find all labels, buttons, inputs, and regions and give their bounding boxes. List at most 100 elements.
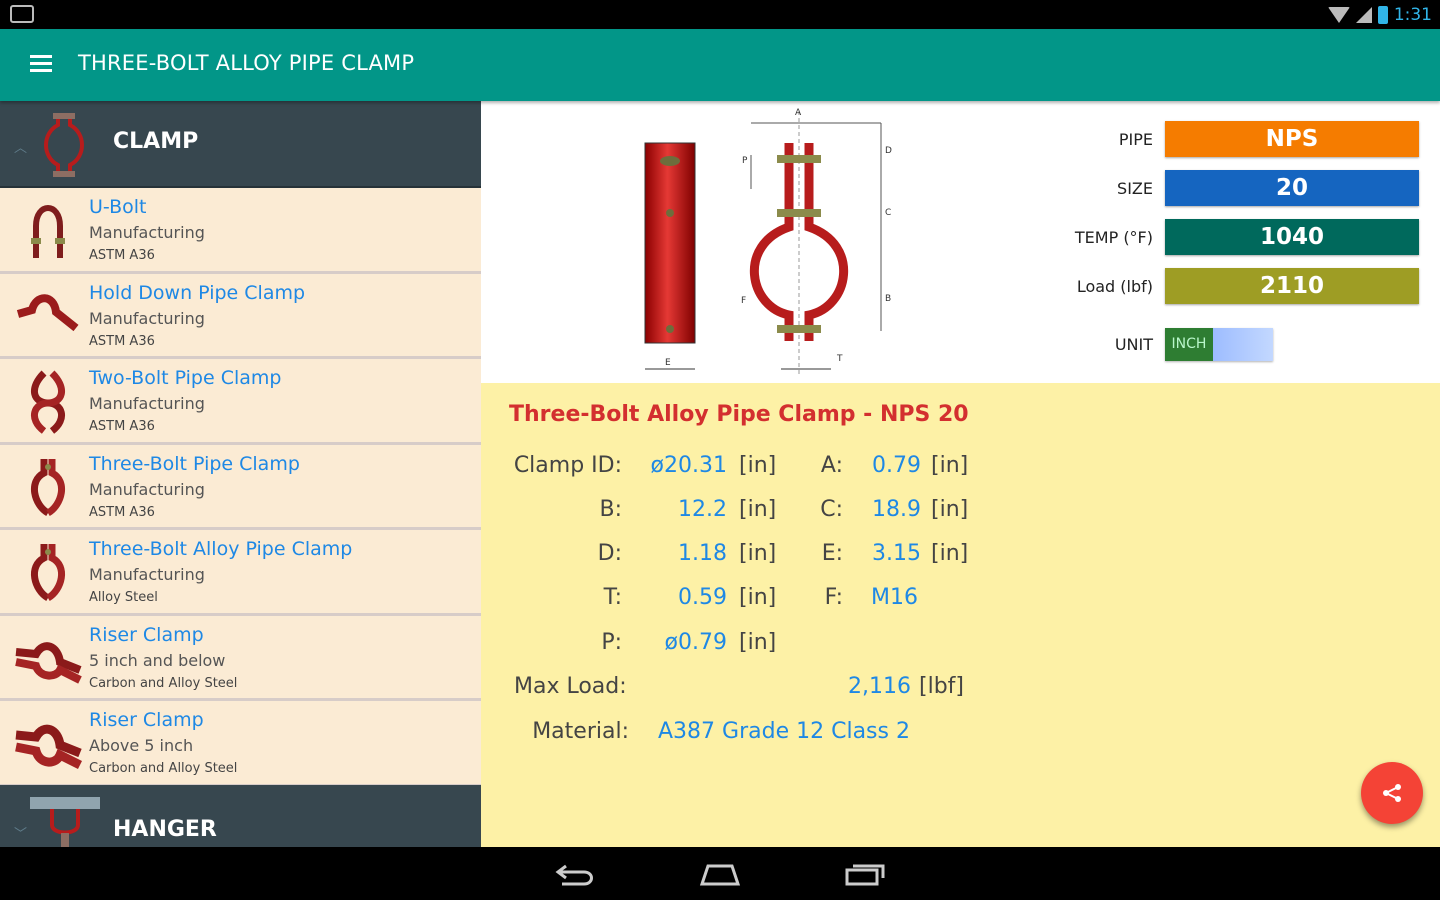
item-material: Alloy Steel <box>89 590 158 605</box>
home-icon[interactable] <box>698 860 742 888</box>
d-unit: [in] <box>739 541 777 566</box>
label-f: F <box>741 296 746 306</box>
material-value: A387 Grade 12 Class 2 <box>658 719 910 744</box>
recents-icon[interactable] <box>843 860 887 888</box>
back-icon[interactable] <box>554 860 598 888</box>
item-subtitle: 5 inch and below <box>89 650 226 670</box>
c-label: C: <box>820 497 843 522</box>
label-t: T <box>836 354 843 364</box>
share-icon <box>1383 784 1401 802</box>
e-value: 3.15 <box>872 541 921 566</box>
item-material: ASTM A36 <box>89 333 155 349</box>
a-label: A: <box>820 453 843 478</box>
battery-icon <box>1377 6 1388 24</box>
u-bolt-icon <box>31 205 65 258</box>
list-item-hold-down-pipe-clamp[interactable]: Hold Down Pipe Clamp Manufacturing ASTM … <box>0 273 481 359</box>
status-bar: 1:31 <box>0 0 1440 29</box>
list-item-u-bolt[interactable]: U-Bolt Manufacturing ASTM A36 <box>0 188 481 274</box>
item-subtitle: Manufacturing <box>89 394 205 413</box>
results-panel: Three-Bolt Alloy Pipe Clamp - NPS 20 Cla… <box>481 383 1440 847</box>
d-label: D: <box>597 541 622 566</box>
c-value: 18.9 <box>872 497 921 522</box>
t-unit: [in] <box>739 585 777 610</box>
label-d: D <box>885 146 892 156</box>
unit-toggle[interactable]: INCH <box>1165 327 1273 361</box>
max-load-value: 2,116 <box>848 674 911 699</box>
param-row-unit: UNIT INCH <box>1015 326 1273 362</box>
hold-down-clamp-icon <box>16 293 79 331</box>
gallery-notification-icon <box>10 5 34 23</box>
clamp-group-icon <box>44 113 84 177</box>
item-material: Carbon and Alloy Steel <box>89 761 238 776</box>
material-label: Material: <box>532 719 629 744</box>
max-load-unit: [lbf] <box>919 674 964 699</box>
item-subtitle: Manufacturing <box>89 479 205 499</box>
item-title: Two-Bolt Pipe Clamp <box>89 367 282 389</box>
param-row-size: SIZE 20 <box>1015 170 1419 206</box>
clamp-dimension-drawing: E P D C B A F T <box>644 108 892 375</box>
size-selector[interactable]: 20 <box>1165 170 1419 206</box>
menu-icon[interactable] <box>30 55 52 73</box>
navigation-bar <box>0 847 1440 900</box>
item-material: ASTM A36 <box>89 504 155 520</box>
size-label: SIZE <box>1117 178 1153 198</box>
list-item-three-bolt-alloy-pipe-clamp[interactable]: Three-Bolt Alloy Pipe Clamp Manufacturin… <box>0 530 481 616</box>
p-unit: [in] <box>739 630 777 655</box>
item-title: Three-Bolt Pipe Clamp <box>89 452 300 475</box>
p-value: ø0.79 <box>664 630 727 655</box>
a-unit: [in] <box>931 453 969 478</box>
item-material: Carbon and Alloy Steel <box>89 675 238 691</box>
list-item-two-bolt-pipe-clamp[interactable]: Two-Bolt Pipe Clamp Manufacturing ASTM A… <box>0 359 481 445</box>
share-button[interactable] <box>1361 762 1423 824</box>
group-header-hanger[interactable]: ﹀ HANGER <box>0 785 481 847</box>
signal-icon <box>1355 7 1372 23</box>
b-label: B: <box>599 497 622 522</box>
b-value: 12.2 <box>678 497 727 522</box>
clamp-id-unit: [in] <box>739 453 777 478</box>
a-value: 0.79 <box>872 453 921 478</box>
item-title: U-Bolt <box>89 196 147 218</box>
hanger-group-icon <box>30 797 100 847</box>
unit-label: UNIT <box>1114 334 1153 354</box>
item-material: ASTM A36 <box>89 419 155 434</box>
list-item-three-bolt-pipe-clamp[interactable]: Three-Bolt Pipe Clamp Manufacturing ASTM… <box>0 444 481 530</box>
group-header-clamp[interactable]: ︿ CLAMP <box>0 101 481 188</box>
list-item-riser-clamp-large[interactable]: Riser Clamp Above 5 inch Carbon and Allo… <box>0 701 481 787</box>
unit-toggle-knob: INCH <box>1165 327 1213 361</box>
label-b: B <box>885 294 891 304</box>
sidebar: ︿ CLAMP U-Bolt Manufacturing ASTM A36 Ho… <box>0 101 481 847</box>
item-subtitle: Manufacturing <box>89 565 205 584</box>
t-value: 0.59 <box>678 585 727 610</box>
pipe-label: PIPE <box>1118 129 1153 149</box>
max-load-label: Max Load: <box>514 674 627 699</box>
detail-panel: E P D C B A F T PIPE NPS SIZE 20 TEMP (°… <box>481 101 1440 847</box>
riser-clamp-large-icon <box>15 724 82 770</box>
t-label: T: <box>603 585 622 610</box>
drawing-area: E P D C B A F T PIPE NPS SIZE 20 TEMP (°… <box>481 101 1440 383</box>
clamp-id-value: ø20.31 <box>650 453 727 478</box>
e-unit: [in] <box>931 541 969 566</box>
chevron-down-icon: ﹀ <box>14 827 28 842</box>
item-title: Three-Bolt Alloy Pipe Clamp <box>89 538 353 560</box>
group-label-clamp: CLAMP <box>113 129 199 154</box>
d-value: 1.18 <box>678 541 727 566</box>
status-time: 1:31 <box>1393 5 1432 25</box>
pipe-selector[interactable]: NPS <box>1165 121 1419 157</box>
load-selector[interactable]: 2110 <box>1165 268 1419 304</box>
item-material: ASTM A36 <box>89 248 155 263</box>
riser-clamp-icon <box>15 641 82 684</box>
f-label: F: <box>824 585 843 610</box>
temp-selector[interactable]: 1040 <box>1165 219 1419 255</box>
label-a: A <box>795 108 802 118</box>
label-p: P <box>742 156 748 166</box>
param-row-temp: TEMP (°F) 1040 <box>1015 219 1419 255</box>
item-title: Riser Clamp <box>89 623 204 646</box>
three-bolt-alloy-clamp-icon <box>31 544 65 602</box>
clamp-id-label: Clamp ID: <box>513 453 622 478</box>
param-row-load: Load (lbf) 2110 <box>1015 268 1419 304</box>
item-subtitle: Manufacturing <box>89 308 205 328</box>
group-label-hanger: HANGER <box>113 817 217 842</box>
temp-label: TEMP (°F) <box>1074 227 1153 247</box>
list-item-riser-clamp-small[interactable]: Riser Clamp 5 inch and below Carbon and … <box>0 615 481 701</box>
chevron-up-icon: ︿ <box>14 141 28 156</box>
